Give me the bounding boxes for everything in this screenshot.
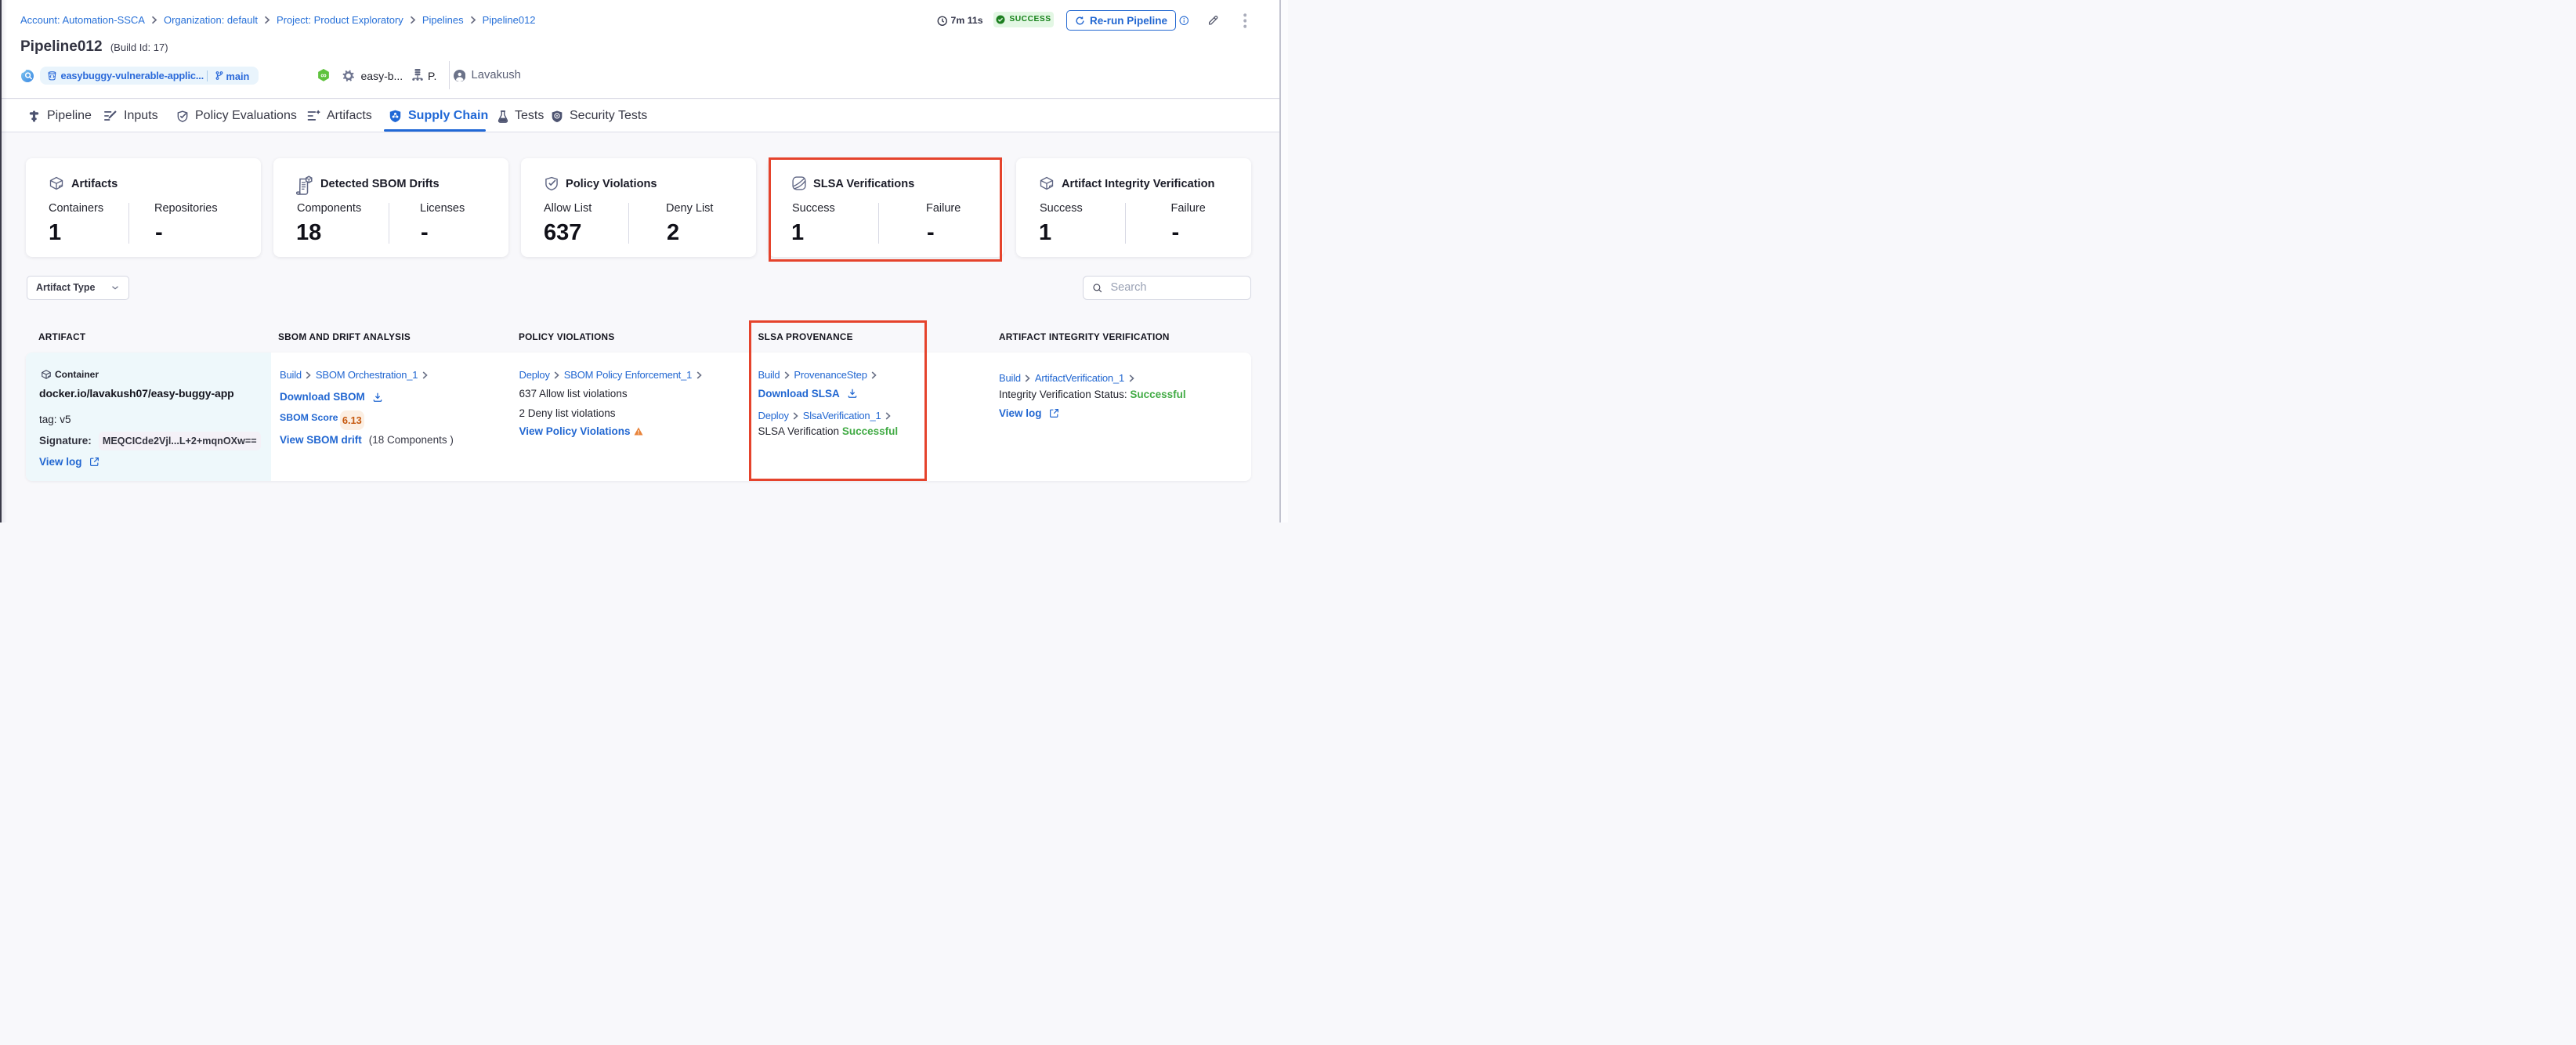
svg-text:∞: ∞ <box>320 71 326 80</box>
